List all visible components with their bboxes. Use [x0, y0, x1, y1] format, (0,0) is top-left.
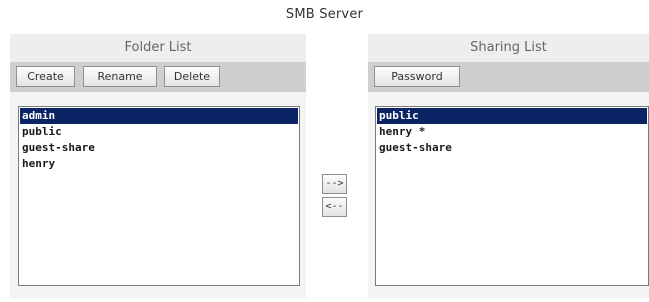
sharing-list-toolbar: Password — [368, 62, 649, 92]
sharing-list-item[interactable]: guest-share — [377, 140, 647, 156]
add-to-sharing-button[interactable]: --> — [322, 174, 347, 194]
page-title: SMB Server — [285, 7, 364, 22]
folder-list-item[interactable]: admin — [20, 108, 298, 124]
folder-list-toolbar: Create Rename Delete — [10, 62, 306, 92]
password-button[interactable]: Password — [374, 66, 460, 87]
remove-from-sharing-button[interactable]: <-- — [322, 197, 347, 217]
folder-list-item[interactable]: public — [20, 124, 298, 140]
folder-list-item[interactable]: henry — [20, 156, 298, 172]
sharing-list-panel: Sharing List Password public henry * gue… — [368, 34, 649, 298]
delete-button[interactable]: Delete — [164, 66, 220, 87]
sharing-listbox[interactable]: public henry * guest-share — [375, 106, 649, 286]
sharing-list-item[interactable]: public — [377, 108, 647, 124]
rename-button[interactable]: Rename — [83, 66, 157, 87]
sharing-list-header: Sharing List — [368, 34, 649, 62]
create-button[interactable]: Create — [16, 66, 75, 87]
folder-listbox[interactable]: admin public guest-share henry — [18, 106, 300, 286]
folder-list-item[interactable]: guest-share — [20, 140, 298, 156]
folder-list-header: Folder List — [10, 34, 306, 62]
sharing-list-item[interactable]: henry * — [377, 124, 647, 140]
folder-list-panel: Folder List Create Rename Delete admin p… — [10, 34, 306, 298]
